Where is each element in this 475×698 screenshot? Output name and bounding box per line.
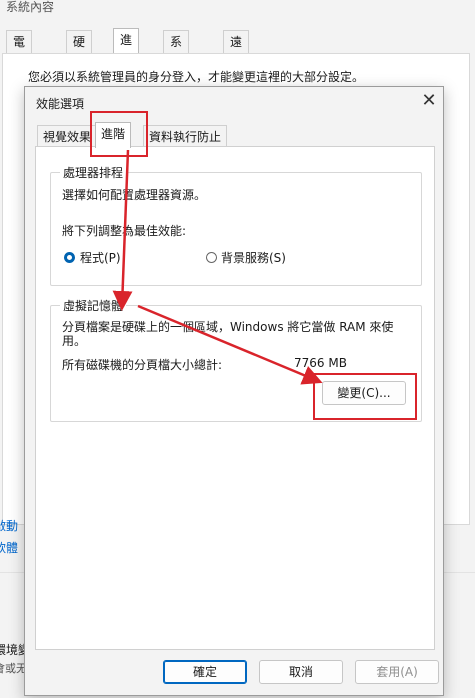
annotation-arrows [112,149,323,385]
arrow-tab-to-virtual-memory [112,149,133,311]
arrow-to-change-button [137,304,323,385]
tab-advanced[interactable]: 進階 [95,122,132,148]
